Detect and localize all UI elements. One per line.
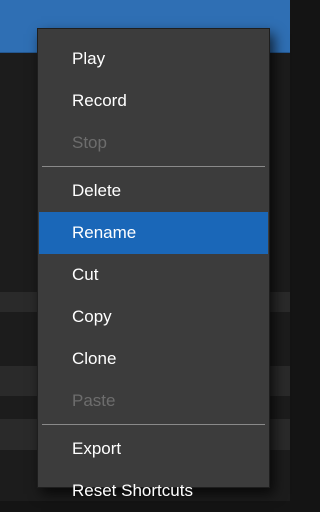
menu-item-cut[interactable]: Cut	[38, 254, 269, 296]
menu-item-play[interactable]: Play	[38, 38, 269, 80]
menu-item-record[interactable]: Record	[38, 80, 269, 122]
menu-item-stop: Stop	[72, 133, 107, 152]
menu-item-clone[interactable]: Clone	[38, 338, 269, 380]
menu-item-rename[interactable]: Rename	[39, 212, 268, 254]
menu-item-copy[interactable]: Copy	[38, 296, 269, 338]
menu-item-reset-shortcuts[interactable]: Reset Shortcuts	[38, 470, 269, 512]
menu-item-export[interactable]: Export	[38, 428, 269, 470]
menu-separator	[42, 166, 265, 167]
menu-item-delete[interactable]: Delete	[38, 170, 269, 212]
context-menu: Play Record Stop Delete Rename Cut Copy …	[37, 28, 270, 500]
menu-separator	[42, 424, 265, 425]
menu-item-paste: Paste	[72, 391, 116, 410]
